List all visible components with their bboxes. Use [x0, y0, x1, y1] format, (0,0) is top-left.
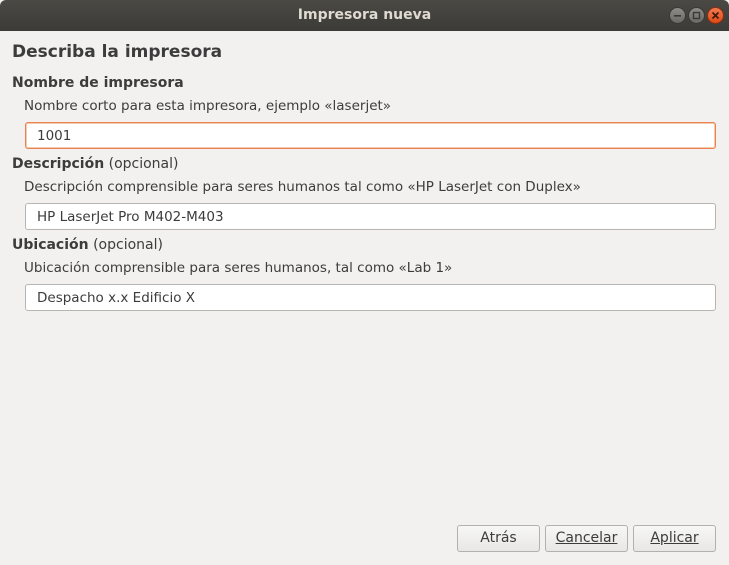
printer-name-label-text: Nombre de impresora — [12, 75, 184, 91]
window-title: Impresora nueva — [297, 7, 432, 23]
maximize-icon[interactable] — [688, 7, 705, 24]
printer-name-label: Nombre de impresora — [12, 75, 184, 91]
location-hint: Ubicación comprensible para seres humano… — [24, 260, 453, 276]
location-input[interactable] — [25, 284, 716, 311]
close-icon[interactable] — [707, 7, 724, 24]
title-bar: Impresora nueva — [0, 0, 729, 31]
location-label: Ubicación (opcional) — [12, 237, 163, 253]
description-hint: Descripción comprensible para seres huma… — [24, 179, 581, 195]
page-heading: Describa la impresora — [12, 42, 223, 62]
back-button[interactable]: Atrás — [457, 525, 540, 552]
apply-button[interactable]: Aplicar — [633, 525, 716, 552]
cancel-button[interactable]: Cancelar — [545, 525, 628, 552]
description-label-text: Descripción — [12, 156, 105, 172]
description-input[interactable] — [25, 203, 716, 230]
printer-name-hint: Nombre corto para esta impresora, ejempl… — [24, 98, 392, 114]
location-label-text: Ubicación — [12, 237, 89, 253]
description-label: Descripción (opcional) — [12, 156, 178, 172]
description-optional-text: (opcional) — [108, 156, 179, 172]
location-optional-text: (opcional) — [93, 237, 163, 253]
printer-name-input[interactable] — [25, 122, 716, 149]
minimize-icon[interactable] — [669, 7, 686, 24]
